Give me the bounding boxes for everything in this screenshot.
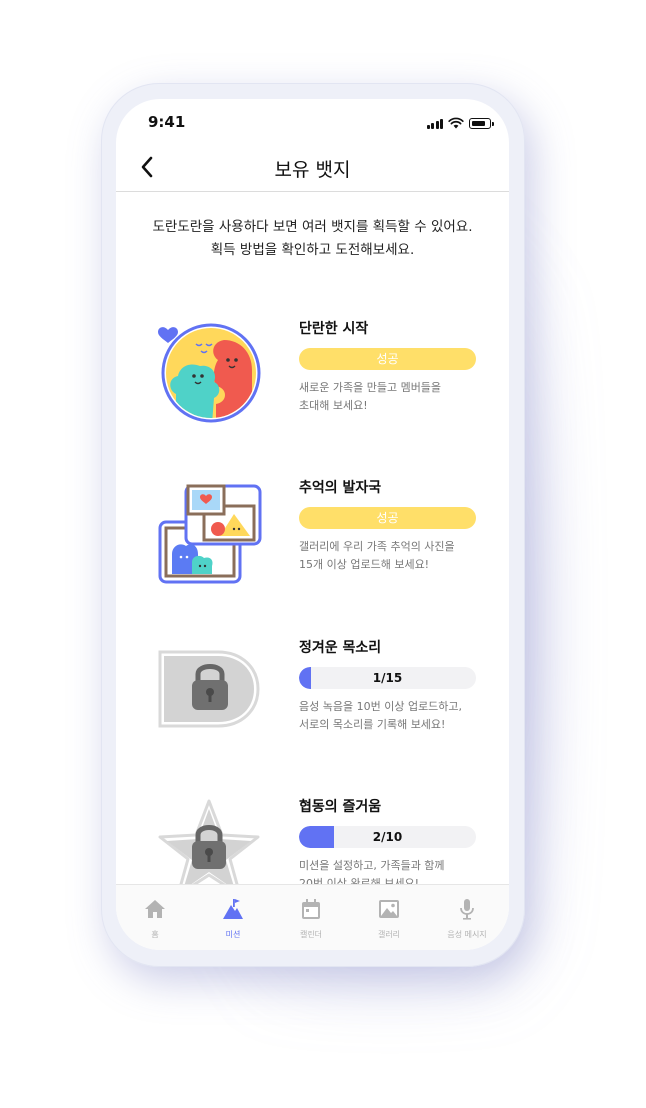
badge-progress-label: 2/10 — [372, 830, 403, 844]
status-time: 9:41 — [148, 113, 186, 131]
badge-title: 추억의 발자국 — [299, 480, 382, 496]
tab-voice-message[interactable]: 음성 메시지 — [428, 885, 506, 950]
signal-icon — [426, 118, 443, 129]
badge-title: 단란한 시작 — [299, 321, 369, 337]
badge-description: 갤러리에 우리 가족 추억의 사진을 15개 이상 업로드해 보세요! — [299, 538, 499, 574]
badge-description-line: 초대해 보세요! — [299, 399, 368, 412]
tab-gallery[interactable]: 갤러리 — [350, 885, 428, 950]
badge-progress-bar: 2/10 — [299, 826, 476, 848]
battery-icon — [469, 118, 494, 129]
home-icon — [145, 900, 165, 918]
intro-text: 도란도란을 사용하다 보면 여러 뱃지를 획득할 수 있어요. 획득 방법을 확… — [116, 216, 509, 262]
intro-line-1: 도란도란을 사용하다 보면 여러 뱃지를 획득할 수 있어요. — [152, 219, 473, 235]
intro-line-2: 획득 방법을 확인하고 도전해보세요. — [210, 242, 415, 258]
tab-label: 홈 — [151, 930, 159, 939]
badge-description-line: 새로운 가족을 만들고 멤버들을 — [299, 381, 442, 394]
phone-screen: 9:41 보유 뱃지 도란도란을 사용하다 보면 여러 뱃지를 획득할 수 있어… — [116, 99, 509, 950]
badge-item[interactable]: 추억의 발자국 성공 갤러리에 우리 가족 추억의 사진을 15개 이상 업로드… — [116, 469, 509, 609]
badge-progress-bar: 1/15 — [299, 667, 476, 689]
tab-label: 음성 메시지 — [447, 930, 487, 939]
badge-title: 정겨운 목소리 — [299, 640, 382, 656]
tab-label: 미션 — [225, 930, 241, 939]
status-icons — [426, 117, 494, 129]
badge-progress-label: 성공 — [376, 352, 399, 366]
family-puzzle-badge-icon — [158, 323, 261, 423]
calendar-icon — [302, 899, 320, 919]
wifi-icon — [448, 117, 464, 129]
navigation-header: 보유 뱃지 — [116, 143, 509, 192]
badge-description-line: 서로의 목소리를 기록해 보세요! — [299, 718, 446, 731]
badge-description-line: 음성 녹음을 10번 이상 업로드하고, — [299, 700, 463, 713]
photo-frames-badge-icon — [158, 484, 262, 584]
tab-mission[interactable]: 미션 — [194, 885, 272, 950]
tab-calendar[interactable]: 캘린더 — [272, 885, 350, 950]
tab-label: 갤러리 — [377, 930, 401, 939]
status-bar: 9:41 — [116, 99, 509, 143]
badge-item[interactable]: 정겨운 목소리 1/15 음성 녹음을 10번 이상 업로드하고, 서로의 목소… — [116, 629, 509, 769]
badge-description: 새로운 가족을 만들고 멤버들을 초대해 보세요! — [299, 379, 499, 415]
badge-title: 협동의 즐거움 — [299, 799, 382, 815]
badge-progress-label: 1/15 — [372, 671, 403, 685]
page-title: 보유 뱃지 — [274, 159, 351, 181]
badge-description-line: 미션을 설정하고, 가족들과 함께 — [299, 859, 445, 872]
mountain-flag-icon — [223, 899, 243, 919]
tab-label: 캘린더 — [299, 930, 323, 939]
badge-item[interactable]: 단란한 시작 성공 새로운 가족을 만들고 멤버들을 초대해 보세요! — [116, 309, 509, 449]
microphone-icon — [460, 899, 474, 920]
bottom-tab-bar: 홈 미션 캘린더 갤러리 음성 메시지 — [116, 884, 509, 950]
badge-description-line: 갤러리에 우리 가족 추억의 사진을 — [299, 540, 455, 553]
badge-progress-bar: 성공 — [299, 507, 476, 529]
locked-voice-badge-icon — [158, 650, 260, 728]
badge-description-line: 15개 이상 업로드해 보세요! — [299, 558, 430, 571]
badge-description: 음성 녹음을 10번 이상 업로드하고, 서로의 목소리를 기록해 보세요! — [299, 698, 499, 734]
badge-progress-label: 성공 — [376, 511, 399, 525]
tab-home[interactable]: 홈 — [116, 885, 194, 950]
image-icon — [379, 900, 399, 918]
badge-progress-bar: 성공 — [299, 348, 476, 370]
